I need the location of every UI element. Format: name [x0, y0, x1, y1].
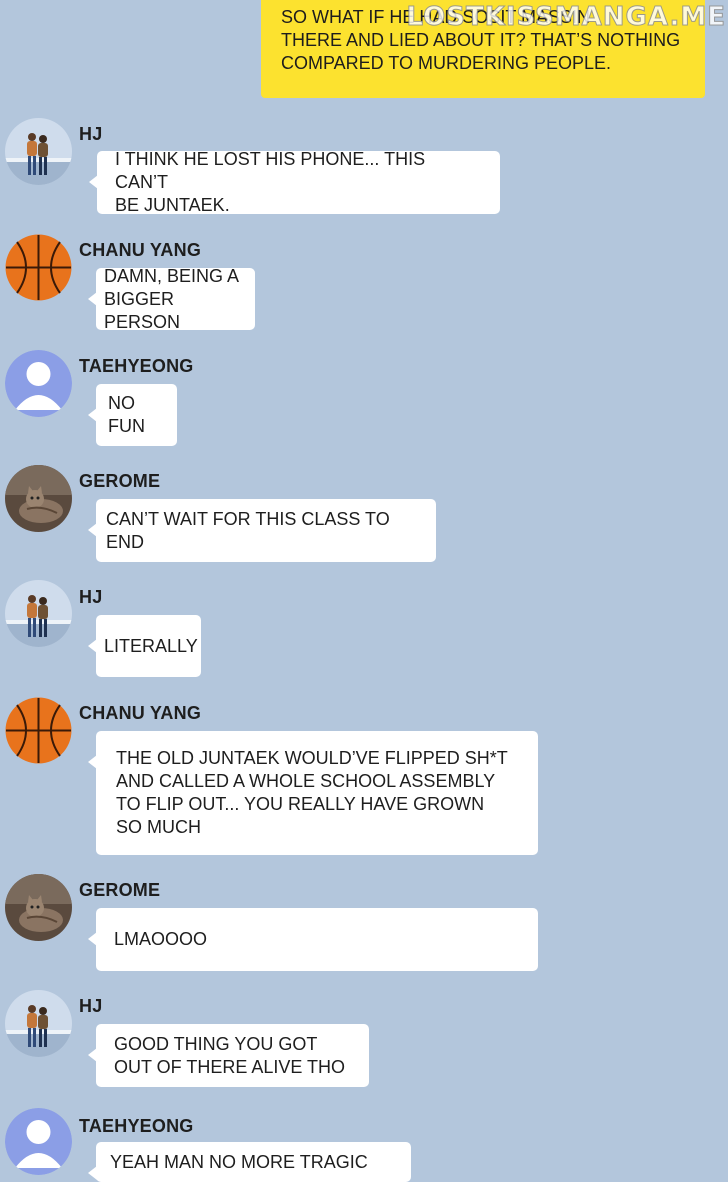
avatar[interactable] [5, 465, 72, 532]
basketball-icon [5, 234, 72, 301]
sender-name: HJ [79, 996, 103, 1016]
avatar[interactable] [5, 697, 72, 764]
couple-photo-icon [5, 118, 72, 185]
message-bubble[interactable]: GOOD THING YOU GOT OUT OF THERE ALIVE TH… [88, 1024, 369, 1087]
chat-thread[interactable]: SO WHAT IF HE HAD SOSIT MASSIN THERE AND… [0, 0, 728, 1182]
message-bubble[interactable]: YEAH MAN NO MORE TRAGIC [88, 1142, 411, 1182]
message-bubble[interactable]: I THINK HE LOST HIS PHONE... THIS CAN’T … [89, 149, 500, 215]
sender-name: GEROME [79, 880, 161, 900]
message-bubble[interactable]: THE OLD JUNTAEK WOULD’VE FLIPPED SH*T AN… [88, 731, 538, 855]
sender-name: CHANU YANG [79, 703, 202, 723]
avatar[interactable] [5, 580, 72, 647]
cat-photo-icon [5, 874, 72, 941]
message-bubble[interactable]: LMAOOOO [88, 908, 538, 971]
sender-name: TAEHYEONG [79, 356, 194, 376]
sender-name: TAEHYEONG [79, 1116, 194, 1136]
cat-photo-icon [5, 465, 72, 532]
sender-name: HJ [79, 124, 103, 144]
avatar[interactable] [5, 1108, 72, 1175]
couple-photo-icon [5, 580, 72, 647]
sender-name: CHANU YANG [79, 240, 202, 260]
message-bubble[interactable]: NO FUN [88, 384, 177, 446]
default-user-icon [5, 1108, 72, 1175]
message-bubble[interactable]: DAMN, BEING A BIGGER PERSON [88, 266, 255, 332]
avatar[interactable] [5, 990, 72, 1057]
message-bubble[interactable]: LITERALLY [88, 615, 201, 677]
couple-photo-icon [5, 990, 72, 1057]
message-bubble[interactable]: CAN’T WAIT FOR THIS CLASS TO END [88, 499, 436, 562]
avatar[interactable] [5, 350, 72, 417]
sender-name: GEROME [79, 471, 161, 491]
avatar[interactable] [5, 234, 72, 301]
avatar[interactable] [5, 118, 72, 185]
watermark: LOSTKISSMANGA.ME [406, 2, 726, 33]
default-user-icon [5, 350, 72, 417]
basketball-icon [5, 697, 72, 764]
sender-name: HJ [79, 587, 103, 607]
avatar[interactable] [5, 874, 72, 941]
